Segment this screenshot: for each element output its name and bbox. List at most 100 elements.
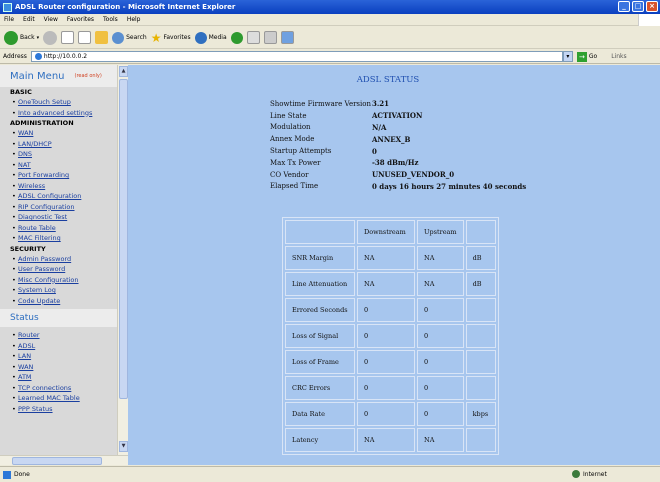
table-cell: NA xyxy=(357,428,415,452)
table-cell: NA xyxy=(357,246,415,270)
maximize-button[interactable]: □ xyxy=(632,1,644,12)
main-menu-caption: (read only) xyxy=(74,73,102,79)
table-cell: NA xyxy=(417,272,464,296)
table-cell: 0 xyxy=(357,350,415,374)
history-icon[interactable] xyxy=(230,31,243,44)
mail-icon[interactable] xyxy=(246,31,260,44)
sidebar-item-status[interactable]: ADSL xyxy=(0,341,118,352)
table-header-cell: Upstream xyxy=(417,220,464,244)
sidebar: Main Menu (read only) BASICOneTouch Setu… xyxy=(0,65,118,465)
sidebar-item-security[interactable]: Admin Password xyxy=(0,254,118,265)
sidebar-item-status[interactable]: TCP connections xyxy=(0,383,118,394)
scroll-down-arrow-icon[interactable]: ▼ xyxy=(119,441,128,452)
minimize-button[interactable]: _ xyxy=(618,1,630,12)
search-button[interactable]: Search xyxy=(112,31,147,44)
sidebar-item-admin[interactable]: LAN/DHCP xyxy=(0,139,118,150)
table-row: CRC Errors 0 0 xyxy=(285,376,496,400)
favorites-button[interactable]: ★ Favorites xyxy=(151,31,191,45)
table-row: Errored Seconds 0 0 xyxy=(285,298,496,322)
table-cell: Data Rate xyxy=(285,402,355,426)
internet-zone-icon xyxy=(572,470,580,478)
table-cell xyxy=(465,298,496,322)
sidebar-item-admin[interactable]: Diagnostic Test xyxy=(0,212,118,223)
menu-item-tools[interactable]: Tools xyxy=(103,16,118,23)
sidebar-horizontal-scrollbar[interactable] xyxy=(0,455,128,465)
table-cell: 0 xyxy=(417,324,464,348)
info-value: ANNEX_B xyxy=(372,134,411,144)
sidebar-item-basic[interactable]: Into advanced settings xyxy=(0,108,118,119)
sidebar-item-admin[interactable]: ADSL Configuration xyxy=(0,191,118,202)
links-button[interactable]: Links xyxy=(611,53,626,60)
table-cell: 0 xyxy=(357,324,415,348)
sidebar-item-admin[interactable]: Port Forwarding xyxy=(0,170,118,181)
media-button[interactable]: Media xyxy=(194,31,227,44)
sidebar-item-status[interactable]: Learned MAC Table xyxy=(0,393,118,404)
menu-item-file[interactable]: File xyxy=(4,16,14,23)
edit-icon[interactable] xyxy=(280,31,294,44)
window-titlebar: ADSL Router configuration - Microsoft In… xyxy=(0,0,660,14)
table-header-cell xyxy=(285,220,355,244)
sidebar-item-security[interactable]: User Password xyxy=(0,264,118,275)
sidebar-item-security[interactable]: System Log xyxy=(0,285,118,296)
print-icon[interactable] xyxy=(263,31,277,44)
info-value: 0 days 16 hours 27 minutes 40 seconds xyxy=(372,181,527,191)
sidebar-section-basic: BASIC xyxy=(10,88,32,96)
sidebar-item-admin[interactable]: RIP Configuration xyxy=(0,202,118,213)
menu-item-view[interactable]: View xyxy=(44,16,58,23)
page-title: ADSL STATUS xyxy=(356,75,420,85)
sidebar-item-status[interactable]: LAN xyxy=(0,351,118,362)
info-row: Line State ACTIVATION xyxy=(270,110,526,122)
horizontal-scroll-thumb[interactable] xyxy=(12,457,102,465)
table-cell: kbps xyxy=(465,402,496,426)
menu-item-edit[interactable]: Edit xyxy=(23,16,35,23)
sidebar-item-security[interactable]: Code Update xyxy=(0,296,118,307)
table-header-row: Downstream Upstream xyxy=(285,220,496,244)
table-cell xyxy=(465,376,496,400)
address-bar: Address http://10.0.0.2 ▾ → Go Links xyxy=(0,50,660,64)
table-cell: Latency xyxy=(285,428,355,452)
sidebar-item-status[interactable]: PPP Status xyxy=(0,404,118,415)
sidebar-item-admin[interactable]: DNS xyxy=(0,149,118,160)
address-url: http://10.0.0.2 xyxy=(43,53,88,60)
sidebar-item-admin[interactable]: Wireless xyxy=(0,181,118,192)
sidebar-item-status[interactable]: WAN xyxy=(0,362,118,373)
address-dropdown-button[interactable]: ▾ xyxy=(562,51,573,62)
sidebar-scrollbar[interactable]: ▲ ▼ xyxy=(117,65,128,465)
sidebar-item-basic[interactable]: OneTouch Setup xyxy=(0,97,118,108)
menu-item-favorites[interactable]: Favorites xyxy=(67,16,94,23)
table-cell xyxy=(465,350,496,374)
sidebar-item-admin[interactable]: WAN xyxy=(0,128,118,139)
info-label: Max Tx Power xyxy=(270,158,321,167)
table-cell: NA xyxy=(357,272,415,296)
scroll-up-arrow-icon[interactable]: ▲ xyxy=(119,66,128,77)
scroll-thumb[interactable] xyxy=(119,79,128,399)
address-input[interactable]: http://10.0.0.2 xyxy=(30,51,563,62)
table-row: Line Attenuation NA NA dB xyxy=(285,272,496,296)
sidebar-item-admin[interactable]: MAC Filtering xyxy=(0,233,118,244)
stop-button[interactable] xyxy=(61,31,75,44)
sidebar-item-admin[interactable]: Route Table xyxy=(0,223,118,234)
refresh-button[interactable] xyxy=(78,31,92,44)
main-menu-header: Main Menu (read only) xyxy=(0,65,118,87)
table-row: Loss of Signal 0 0 xyxy=(285,324,496,348)
close-button[interactable]: × xyxy=(646,1,658,12)
info-row: Startup Attempts 0 xyxy=(270,145,526,157)
sidebar-item-status[interactable]: ATM xyxy=(0,372,118,383)
sidebar-item-admin[interactable]: NAT xyxy=(0,160,118,171)
table-cell: Loss of Frame xyxy=(285,350,355,374)
home-button[interactable] xyxy=(95,31,109,44)
table-cell: NA xyxy=(417,428,464,452)
info-value: 3.21 xyxy=(372,99,390,109)
menu-item-help[interactable]: Help xyxy=(127,16,141,23)
table-row: Loss of Frame 0 0 xyxy=(285,350,496,374)
info-label: Modulation xyxy=(270,123,311,132)
go-button[interactable]: → Go xyxy=(576,51,597,62)
info-value: 0 xyxy=(372,146,377,156)
info-value: UNUSED_VENDOR_0 xyxy=(372,170,455,180)
windows-logo-icon xyxy=(638,14,660,26)
back-button[interactable]: Back ▾ xyxy=(4,30,39,45)
sidebar-item-status[interactable]: Router xyxy=(0,330,118,341)
toolbar: Back ▾ Search ★ Favorites Media xyxy=(0,27,660,49)
sidebar-item-security[interactable]: Misc Configuration xyxy=(0,275,118,286)
forward-button[interactable] xyxy=(43,30,58,45)
